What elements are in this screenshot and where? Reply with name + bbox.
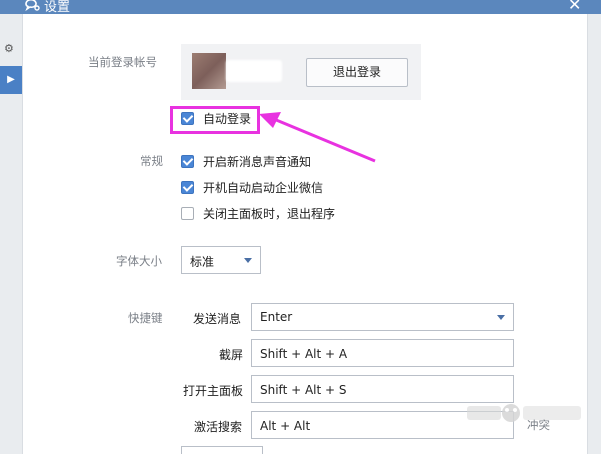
shortcut-send-select[interactable]: Enter [251, 303, 514, 331]
background-app-sidebar: ⚙ ▶ [0, 0, 22, 454]
chevron-down-icon [244, 258, 252, 263]
shortcut-screenshot-label: 截屏 [219, 348, 244, 362]
shortcut-search-value: Alt + Alt [260, 419, 311, 433]
gear-icon: ⚙ [4, 42, 14, 55]
account-name-redacted [226, 60, 282, 82]
shortcut-main-panel-value: Shift + Alt + S [260, 383, 347, 397]
shortcut-screenshot-value: Shift + Alt + A [260, 347, 348, 361]
close-icon[interactable]: ✕ [568, 0, 581, 14]
exit-on-close-label: 关闭主面板时，退出程序 [203, 207, 336, 221]
shortcut-search-label: 激活搜索 [194, 420, 243, 434]
shortcut-screenshot-field[interactable]: Shift + Alt + A [251, 339, 514, 367]
shortcut-main-panel-field[interactable]: Shift + Alt + S [251, 375, 514, 403]
baidu-watermark [465, 400, 585, 430]
window-titlebar: 设置 ✕ [0, 0, 601, 15]
exit-on-close-option[interactable]: 关闭主面板时，退出程序 [181, 205, 335, 222]
chevron-down-icon [497, 315, 505, 320]
font-size-label: 字体大小 [116, 254, 162, 268]
account-label: 当前登录帐号 [88, 55, 157, 69]
sound-notify-checkbox[interactable] [181, 155, 194, 168]
annotation-highlight-box [170, 106, 260, 134]
logout-button[interactable]: 退出登录 [306, 58, 408, 87]
shortcuts-label: 快捷键 [128, 311, 163, 325]
window-title: 设置 [44, 0, 71, 15]
play-icon: ▶ [7, 74, 15, 85]
next-field-partial[interactable] [181, 446, 263, 454]
shortcut-send-value: Enter [260, 310, 293, 324]
font-size-select[interactable]: 标准 [181, 246, 261, 274]
auto-start-checkbox[interactable] [181, 181, 194, 194]
exit-on-close-checkbox[interactable] [181, 207, 194, 220]
shortcut-send-label: 发送消息 [193, 312, 242, 326]
sidebar-tab[interactable]: ▶ [0, 66, 22, 94]
general-label: 常规 [140, 154, 163, 168]
auto-start-option[interactable]: 开机自动启动企业微信 [181, 179, 323, 196]
font-size-value: 标准 [190, 255, 215, 269]
sound-notify-option[interactable]: 开启新消息声音通知 [181, 153, 311, 170]
sound-notify-label: 开启新消息声音通知 [203, 155, 312, 169]
auto-start-label: 开机自动启动企业微信 [203, 181, 324, 195]
background-app-edge [588, 0, 601, 454]
shortcut-main-panel-label: 打开主面板 [183, 384, 244, 398]
avatar [192, 53, 226, 89]
